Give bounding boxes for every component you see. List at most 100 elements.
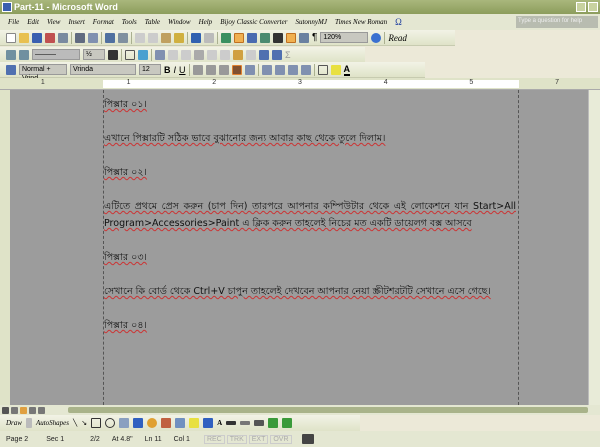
insert-excel-icon[interactable] <box>260 32 270 43</box>
increase-indent-icon[interactable] <box>300 64 311 75</box>
trk-indicator[interactable]: TRK <box>226 434 247 444</box>
italic-button[interactable]: I <box>174 65 177 75</box>
rectangle-icon[interactable] <box>91 418 102 428</box>
new-icon[interactable] <box>6 32 16 43</box>
align-icon[interactable] <box>194 49 204 60</box>
merge-cells-icon[interactable] <box>168 49 178 60</box>
3d-icon[interactable] <box>282 418 293 428</box>
drawing-icon[interactable] <box>286 32 296 43</box>
rec-indicator[interactable]: REC <box>203 434 225 444</box>
underline-button[interactable]: U <box>179 65 186 75</box>
dash-style-icon[interactable] <box>240 421 251 425</box>
sort-descending-icon[interactable] <box>272 49 282 60</box>
draw-table-icon[interactable] <box>6 49 16 60</box>
fill-color-icon[interactable] <box>189 418 200 428</box>
read-button[interactable]: Read <box>388 33 407 43</box>
zoom-select[interactable]: 120% <box>320 32 369 43</box>
menu-file[interactable]: File <box>8 18 19 26</box>
arrow-style-icon[interactable] <box>254 420 265 426</box>
shading-icon[interactable] <box>138 49 148 60</box>
paragraph[interactable]: সেখানে কি বোর্ড থেকে Ctrl+V চাপুন তাহলেই… <box>104 283 516 300</box>
menu-edit[interactable]: Edit <box>27 18 39 26</box>
redo-icon[interactable] <box>204 32 214 43</box>
menu-format[interactable]: Format <box>93 18 114 26</box>
hyperlink-icon[interactable] <box>221 32 231 43</box>
help-icon[interactable] <box>371 32 382 43</box>
menu-bijoy[interactable]: Bijoy Classic Converter <box>220 18 287 26</box>
line-style-icon[interactable] <box>226 421 237 425</box>
bullets-icon[interactable] <box>274 64 285 75</box>
highlight-icon[interactable] <box>330 64 341 75</box>
menu-sutonny[interactable]: SutonnyMJ <box>295 18 327 26</box>
menu-window[interactable]: Window <box>168 18 191 26</box>
spelling-icon[interactable] <box>105 32 115 43</box>
shadow-icon[interactable] <box>268 418 279 428</box>
document-page[interactable]: পিক্সার ০১। এখানে পিক্সারটি সঠিক ভাবে বু… <box>103 90 519 405</box>
oval-icon[interactable] <box>105 418 116 428</box>
insert-table-icon[interactable] <box>247 32 257 43</box>
cut-icon[interactable] <box>135 32 145 43</box>
autoshapes-menu[interactable]: AutoShapes <box>36 419 69 427</box>
borders-icon[interactable] <box>125 49 135 60</box>
clipart-icon[interactable] <box>161 418 172 428</box>
wordart-icon[interactable] <box>133 418 144 428</box>
web-view-icon[interactable] <box>11 406 18 414</box>
style-select[interactable]: Normal + Vrind <box>19 64 67 82</box>
menu-tools[interactable]: Tools <box>122 18 137 26</box>
open-icon[interactable] <box>19 32 29 43</box>
textbox-icon[interactable] <box>119 418 130 428</box>
text-direction-icon[interactable] <box>246 49 256 60</box>
reading-view-icon[interactable] <box>38 406 45 414</box>
save-icon[interactable] <box>32 32 42 43</box>
font-color-icon[interactable]: A <box>217 419 222 427</box>
permission-icon[interactable] <box>45 32 55 43</box>
align-center-icon[interactable] <box>205 64 216 75</box>
distribute-rows-icon[interactable] <box>207 49 217 60</box>
paragraph[interactable]: পিক্সার ০৪। <box>104 317 516 334</box>
copy-icon[interactable] <box>148 32 158 43</box>
normal-view-icon[interactable] <box>2 406 9 414</box>
menu-symbol[interactable]: Ω <box>395 17 402 27</box>
autoformat-icon[interactable] <box>233 49 243 60</box>
insert-table-icon-2[interactable] <box>155 49 165 60</box>
eraser-icon[interactable] <box>19 49 29 60</box>
paragraph[interactable]: এটিতে প্রথমে প্রেস করুন (চাপ দিন) তারপরে… <box>104 198 516 232</box>
paragraph[interactable]: এখানে পিক্সারটি সঠিক ভাবে বুঝানোর জন্য আ… <box>104 130 516 147</box>
outside-border-icon[interactable] <box>317 64 328 75</box>
styles-icon[interactable] <box>6 64 16 75</box>
picture-icon[interactable] <box>175 418 186 428</box>
select-objects-icon[interactable] <box>25 418 32 428</box>
font-color-button[interactable]: A <box>343 64 351 76</box>
print-icon[interactable] <box>75 32 85 43</box>
vertical-scrollbar[interactable] <box>588 90 600 405</box>
align-left-icon[interactable] <box>192 64 203 75</box>
menu-view[interactable]: View <box>47 18 60 26</box>
paragraph[interactable]: পিক্সার ০৩। <box>104 249 516 266</box>
spelling-status-icon[interactable] <box>301 434 314 444</box>
print-layout-icon[interactable] <box>20 406 27 414</box>
justify-icon[interactable] <box>231 64 242 75</box>
paragraph[interactable]: পিক্সার ০১। <box>104 96 516 113</box>
decrease-indent-icon[interactable] <box>287 64 298 75</box>
ext-indicator[interactable]: EXT <box>248 434 269 444</box>
minimize-button[interactable] <box>576 2 586 12</box>
distribute-columns-icon[interactable] <box>220 49 230 60</box>
line-weight-select[interactable]: ½ <box>83 49 105 60</box>
research-icon[interactable] <box>118 32 128 43</box>
undo-icon[interactable] <box>191 32 201 43</box>
ovr-indicator[interactable]: OVR <box>270 434 292 444</box>
outline-view-icon[interactable] <box>29 406 36 414</box>
autosum-icon[interactable]: Σ <box>285 50 291 60</box>
diagram-icon[interactable] <box>147 418 158 428</box>
split-cells-icon[interactable] <box>181 49 191 60</box>
menu-table[interactable]: Table <box>145 18 160 26</box>
paste-icon[interactable] <box>161 32 171 43</box>
bold-button[interactable]: B <box>164 65 171 75</box>
line-spacing-icon[interactable] <box>244 64 255 75</box>
horizontal-ruler[interactable]: 1 1 2 3 4 5 7 <box>0 78 600 90</box>
columns-icon[interactable] <box>273 32 283 43</box>
tables-borders-icon[interactable] <box>234 32 244 43</box>
line-icon[interactable]: ╲ <box>73 419 77 427</box>
menu-insert[interactable]: Insert <box>68 18 84 26</box>
email-icon[interactable] <box>58 32 68 43</box>
